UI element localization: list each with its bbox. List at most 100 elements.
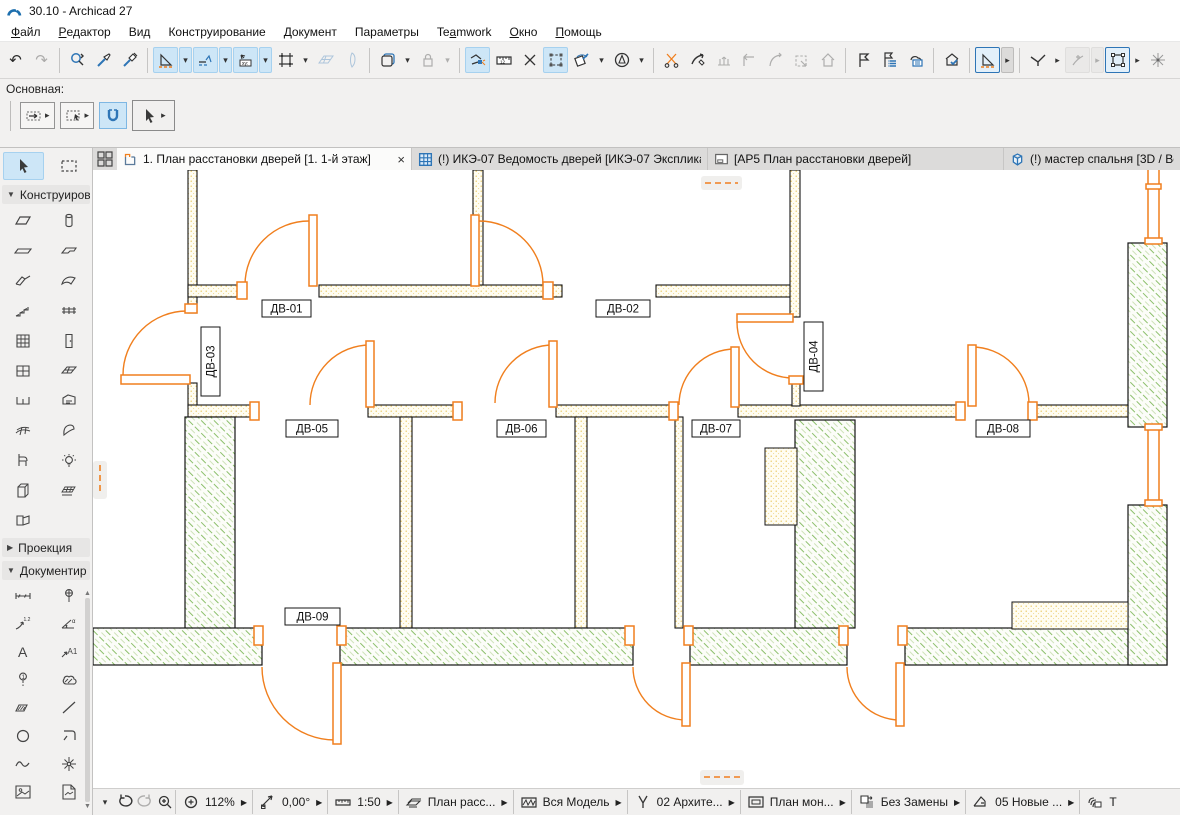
tool-curtain-wall[interactable] — [1, 326, 45, 356]
tool-shell[interactable] — [47, 266, 91, 296]
scrollbar-thumb[interactable] — [85, 598, 90, 802]
door-labels[interactable]: ДВ-01 ДВ-02 ДВ-03 ДВ-04 ДВ-05 ДВ-06 ДВ-0… — [201, 300, 1030, 625]
intersect-button[interactable] — [737, 47, 762, 73]
tool-door[interactable] — [47, 326, 91, 356]
review-button[interactable] — [939, 47, 964, 73]
magic-wand-button[interactable] — [1145, 47, 1170, 73]
arrow-tool-button[interactable]: ▸ — [132, 100, 175, 131]
gravity-snap-button[interactable] — [99, 102, 127, 129]
tool-stair[interactable] — [1, 296, 45, 326]
menu-window[interactable]: Окно — [501, 22, 547, 41]
marquee-selection-button[interactable]: ▸ — [60, 102, 95, 129]
tool-object[interactable] — [47, 386, 91, 416]
tool-lamp[interactable] — [47, 446, 91, 476]
toolbar-overflow-button[interactable]: ▾ — [95, 792, 115, 812]
group-elements-button[interactable] — [543, 47, 568, 73]
undo-button[interactable]: ↶ — [3, 47, 28, 73]
tool-opening[interactable] — [1, 506, 45, 536]
scale-group[interactable]: 1:50 ▶ — [328, 792, 398, 812]
transform-button[interactable] — [1105, 47, 1130, 73]
door-label[interactable]: ДВ-01 — [262, 300, 311, 317]
tool-circle[interactable] — [1, 722, 45, 750]
tool-window[interactable] — [1, 356, 45, 386]
tool-furniture[interactable] — [1, 446, 45, 476]
teamwork-cloud-button[interactable] — [903, 47, 928, 73]
structure-filter-value[interactable]: Вся Модель — [543, 795, 610, 809]
door-label[interactable]: ДВ-06 — [497, 420, 546, 437]
toolbox-scrollbar[interactable]: ▲ ▼ — [83, 590, 92, 810]
tab-close-button[interactable]: × — [397, 152, 405, 167]
guide-lines-dropdown[interactable]: ▾ — [179, 47, 192, 73]
tool-zone-stamp[interactable]: 1 — [1, 666, 45, 694]
layer-combination-value[interactable]: 05 Новые ... — [995, 795, 1062, 809]
orientation-button[interactable] — [609, 47, 634, 73]
tab-3d-view[interactable]: (!) мастер спальня [3D / Все] — [1004, 148, 1180, 170]
scale-value[interactable]: 1:50 — [357, 795, 380, 809]
menu-help[interactable]: Помощь — [546, 22, 610, 41]
drawing-canvas[interactable]: ДВ-01 ДВ-02 ДВ-03 ДВ-04 ДВ-05 ДВ-06 ДВ-0… — [93, 170, 1180, 788]
transform-flyout[interactable]: ▸ — [1131, 47, 1144, 73]
tool-mesh[interactable] — [1, 416, 45, 446]
orientation-group[interactable]: 0,00° ▶ — [253, 792, 327, 812]
tool-fill[interactable] — [1, 694, 45, 722]
frames-button[interactable] — [375, 47, 400, 73]
tool-figure[interactable] — [1, 778, 45, 806]
tool-railing[interactable] — [47, 296, 91, 326]
scroll-up-icon[interactable]: ▲ — [84, 590, 91, 597]
flag-list-button[interactable] — [877, 47, 902, 73]
coordinate-input-button[interactable]: xy: — [233, 47, 258, 73]
snap-guides-dropdown[interactable]: ▾ — [219, 47, 232, 73]
door-label[interactable]: ДВ-04 — [804, 322, 823, 391]
frames-dropdown[interactable]: ▾ — [401, 47, 414, 73]
guide-lines-button[interactable] — [153, 47, 178, 73]
tab-layout[interactable]: [AP5 План расстановки дверей] — [708, 148, 1004, 170]
tool-text[interactable]: A — [1, 638, 45, 666]
orientation-dropdown[interactable]: ▾ — [635, 47, 648, 73]
lock-dropdown[interactable]: ▾ — [441, 47, 454, 73]
model-view-value[interactable]: План мон... — [770, 795, 834, 809]
rotate-button[interactable] — [569, 47, 594, 73]
door-label[interactable]: ДВ-07 — [692, 420, 740, 437]
snap-guides-button[interactable] — [193, 47, 218, 73]
trace-reference-button[interactable] — [339, 47, 364, 73]
door-label[interactable]: ДВ-08 — [976, 420, 1030, 437]
elevation-home-button[interactable] — [815, 47, 840, 73]
tool-radial-dimension[interactable]: 1.2 — [1, 610, 45, 638]
menu-file[interactable]: Файл — [2, 22, 50, 41]
rotate-dropdown[interactable]: ▾ — [595, 47, 608, 73]
adjust-button[interactable] — [685, 47, 710, 73]
tool-dimension[interactable] — [1, 582, 45, 610]
fillet-button[interactable] — [763, 47, 788, 73]
truncated-value[interactable]: Т — [1109, 795, 1116, 809]
split-button[interactable] — [659, 47, 684, 73]
tool-corner-window[interactable] — [1, 386, 45, 416]
marquee-restrict-button[interactable] — [517, 47, 542, 73]
layer-combination-group[interactable]: 05 Новые ... ▶ — [966, 792, 1079, 812]
door-label[interactable]: ДВ-05 — [286, 420, 338, 437]
door-label[interactable]: ДВ-09 — [285, 608, 340, 625]
tool-morph[interactable] — [47, 416, 91, 446]
snap-offset-button[interactable] — [1065, 47, 1090, 73]
menu-teamwork[interactable]: Teamwork — [428, 22, 501, 41]
tool-column[interactable] — [47, 206, 91, 236]
tool-wall[interactable] — [1, 206, 45, 236]
resize-button[interactable] — [789, 47, 814, 73]
zoom-in-button[interactable] — [155, 792, 175, 812]
guide-lines-flyout[interactable]: ▸ — [1001, 47, 1014, 73]
tool-slab[interactable] — [47, 236, 91, 266]
menu-document[interactable]: Документ — [275, 22, 346, 41]
lock-button[interactable] — [415, 47, 440, 73]
pen-set-value[interactable]: 02 Архите... — [657, 795, 723, 809]
pen-set-group[interactable]: 02 Архите... ▶ — [628, 792, 740, 812]
layer-value[interactable]: План расс... — [428, 795, 496, 809]
tool-spline[interactable] — [1, 750, 45, 778]
inject-parameters-button[interactable] — [117, 47, 142, 73]
snap-points-button[interactable] — [273, 47, 298, 73]
element-snap-button[interactable] — [465, 47, 490, 73]
coordinate-input-dropdown[interactable]: ▾ — [259, 47, 272, 73]
door-label[interactable]: ДВ-03 — [201, 327, 220, 396]
toolbox-section-document[interactable]: ▼Документир — [2, 561, 90, 580]
scroll-down-icon[interactable]: ▼ — [84, 803, 91, 810]
snap-offset-flyout[interactable]: ▸ — [1091, 47, 1104, 73]
guide-lines-toggle-button[interactable] — [975, 47, 1000, 73]
